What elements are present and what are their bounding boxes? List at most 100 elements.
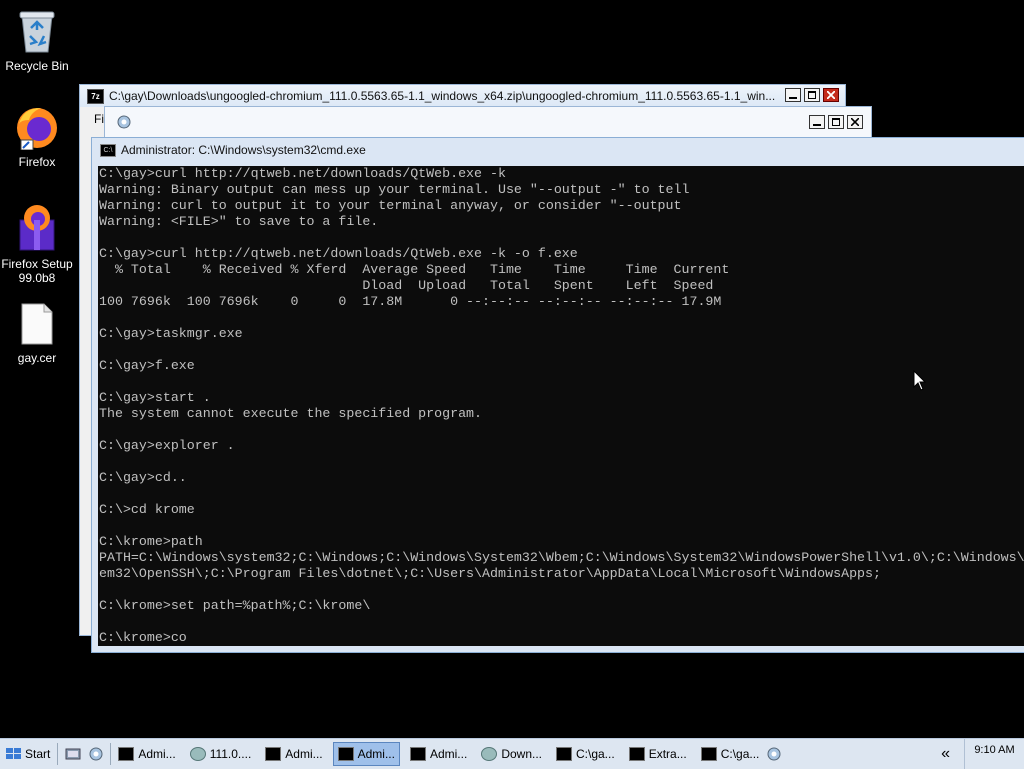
console-line: Warning: Binary output can mess up your … bbox=[99, 182, 690, 197]
taskbar-item-label: 111.0.... bbox=[209, 747, 252, 761]
cmd-icon bbox=[118, 747, 135, 761]
minimize-button[interactable] bbox=[785, 88, 801, 102]
cmd-window-titlebar[interactable]: C:\ Administrator: C:\Windows\system32\c… bbox=[92, 138, 1024, 162]
quicklaunch-item[interactable] bbox=[85, 742, 107, 766]
console-line: 100 7696k 100 7696k 0 0 17.8M 0 --:--:--… bbox=[99, 294, 722, 309]
maximize-icon bbox=[808, 91, 816, 99]
start-button[interactable]: Start bbox=[0, 742, 54, 766]
taskbar-item-zip[interactable]: C:\ga... bbox=[697, 742, 764, 766]
minimize-button[interactable] bbox=[809, 115, 825, 129]
clock[interactable]: 9:10 AM bbox=[964, 739, 1024, 769]
taskbar-item-zip[interactable]: Extra... bbox=[625, 742, 691, 766]
chromium-icon bbox=[481, 747, 498, 761]
cmd-window[interactable]: C:\ Administrator: C:\Windows\system32\c… bbox=[91, 137, 1024, 653]
recycle-bin-icon bbox=[19, 11, 55, 53]
close-button[interactable] bbox=[847, 115, 863, 129]
firefox-setup-icon bbox=[19, 205, 55, 251]
zip-menu-fragment[interactable]: Fi bbox=[94, 112, 104, 126]
maximize-icon bbox=[832, 118, 840, 126]
taskbar-item-cmd[interactable]: Admi... bbox=[406, 742, 471, 766]
blank-window-titlebar[interactable] bbox=[105, 107, 871, 137]
app-icon bbox=[89, 747, 103, 761]
cmd-icon bbox=[337, 747, 354, 761]
taskbar-items: Admi... 111.0.... Admi... Admi... Admi... Dow… bbox=[114, 742, 763, 766]
start-icon bbox=[6, 748, 21, 759]
taskbar-item-zip[interactable]: C:\ga... bbox=[552, 742, 619, 766]
zip-window-title: C:\gay\Downloads\ungoogled-chromium_111.… bbox=[109, 89, 776, 103]
taskbar-item-label: Admi... bbox=[285, 747, 323, 761]
console-line: Warning: <FILE>" to save to a file. bbox=[99, 214, 379, 229]
tray-expand-button[interactable]: « bbox=[937, 742, 954, 766]
taskbar-item-chromium[interactable]: Down... bbox=[477, 742, 546, 766]
desktop-icon-label: Firefox bbox=[18, 155, 56, 169]
console-line: C:\krome>co bbox=[99, 630, 187, 645]
clock-time: 9:10 AM bbox=[974, 744, 1015, 756]
maximize-button[interactable] bbox=[828, 115, 844, 129]
console-line: PATH=C:\Windows\system32;C:\Windows;C:\W… bbox=[99, 550, 1024, 565]
desktop-icon-firefox[interactable]: Firefox bbox=[0, 104, 74, 169]
maximize-button[interactable] bbox=[804, 88, 820, 102]
minimize-icon bbox=[789, 97, 797, 99]
desktop-icon-firefox-setup[interactable]: Firefox Setup 99.0b8 bbox=[0, 202, 74, 285]
console-line: C:\krome>path bbox=[99, 534, 203, 549]
app-icon bbox=[767, 747, 781, 761]
desktop-icon bbox=[65, 748, 81, 760]
quicklaunch-item[interactable] bbox=[763, 742, 785, 766]
zip-icon bbox=[700, 747, 717, 761]
zip-window-titlebar[interactable]: 7z C:\gay\Downloads\ungoogled-chromium_1… bbox=[80, 85, 845, 107]
taskbar-item-label: Extra... bbox=[648, 747, 687, 761]
console-line: C:\gay>explorer . bbox=[99, 438, 235, 453]
console-line: The system cannot execute the specified … bbox=[99, 406, 483, 421]
cmd-app-icon: C:\ bbox=[100, 143, 116, 157]
zip-icon bbox=[628, 747, 645, 761]
console-line: Dload Upload Total Spent Left Speed bbox=[99, 278, 714, 293]
desktop-icon-recycle-bin[interactable]: Recycle Bin bbox=[0, 8, 74, 73]
minimize-icon bbox=[813, 124, 821, 126]
console-output: C:\gay>curl http://qtweb.net/downloads/Q… bbox=[98, 166, 1024, 646]
mouse-cursor-icon bbox=[913, 370, 927, 391]
console-line: em32\OpenSSH\;C:\Program Files\dotnet\;C… bbox=[99, 566, 881, 581]
taskbar-item-cmd[interactable]: Admi... bbox=[261, 742, 326, 766]
taskbar-item-label: Admi... bbox=[357, 747, 395, 761]
zip-app-icon: 7z bbox=[87, 88, 104, 104]
console-line: Warning: curl to output it to your termi… bbox=[99, 198, 682, 213]
desktop-icon-gay-cer[interactable]: gay.cer bbox=[0, 302, 74, 365]
file-icon bbox=[21, 303, 53, 345]
zip-icon bbox=[556, 747, 572, 761]
taskbar: Start Admi... 111.0.... Admi... Admi... Admi… bbox=[0, 738, 1024, 769]
console-line: C:\gay>f.exe bbox=[99, 358, 195, 373]
firefox-icon bbox=[17, 108, 57, 151]
console-line: % Total % Received % Xferd Average Speed… bbox=[99, 262, 730, 277]
taskbar-item-chromium[interactable]: 111.0.... bbox=[186, 742, 256, 766]
app-icon bbox=[117, 115, 131, 129]
taskbar-item-label: Down... bbox=[501, 747, 542, 761]
console-line: C:\krome>set path=%path%;C:\krome\ bbox=[99, 598, 371, 613]
chevron-left-icon: « bbox=[941, 745, 950, 762]
close-button[interactable] bbox=[823, 88, 839, 102]
console-line: C:\>cd krome bbox=[99, 502, 195, 517]
taskbar-item-cmd[interactable]: Admi... bbox=[114, 742, 179, 766]
taskbar-item-label: C:\ga... bbox=[720, 747, 760, 761]
taskbar-item-cmd[interactable]: Admi... bbox=[332, 742, 400, 766]
chromium-icon bbox=[189, 747, 206, 761]
taskbar-item-label: Admi... bbox=[138, 747, 176, 761]
cmd-icon bbox=[409, 747, 426, 761]
console-output-area[interactable]: C:\gay>curl http://qtweb.net/downloads/Q… bbox=[98, 166, 1024, 646]
taskbar-item-label: Admi... bbox=[429, 747, 468, 761]
desktop-icon-label: gay.cer bbox=[17, 351, 57, 365]
close-icon bbox=[851, 118, 859, 126]
start-label: Start bbox=[25, 747, 51, 761]
desktop-icon-label: Recycle Bin bbox=[5, 59, 69, 73]
quicklaunch-item[interactable] bbox=[61, 742, 85, 766]
cmd-window-title: Administrator: C:\Windows\system32\cmd.e… bbox=[121, 143, 366, 157]
cmd-icon bbox=[265, 747, 282, 761]
close-icon bbox=[827, 91, 835, 99]
